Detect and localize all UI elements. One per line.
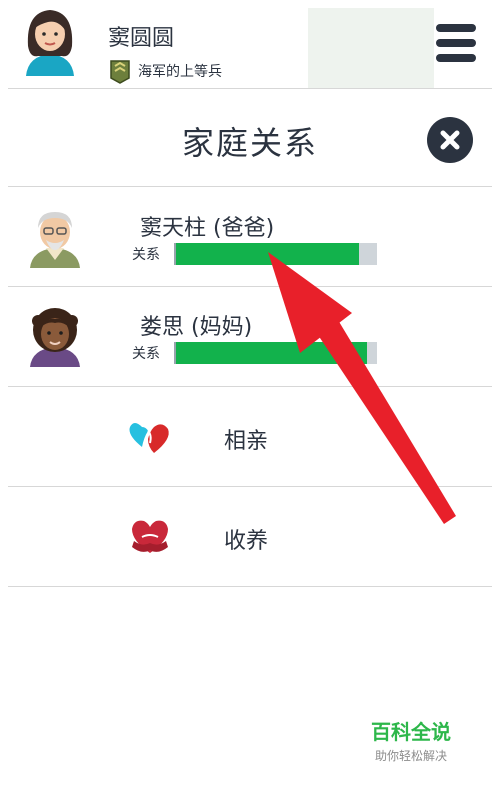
divider <box>8 186 492 187</box>
watermark-subtitle: 助你轻松解决 <box>374 749 447 763</box>
page-title: 家庭关系 <box>181 124 318 162</box>
divider <box>8 88 492 89</box>
relation-label: 关系 <box>132 247 160 263</box>
adoption-heart-hands-icon <box>132 520 168 553</box>
menu-bar <box>436 39 476 47</box>
dating-hearts-icon <box>129 423 169 453</box>
relative-name: 窦天柱 (爸爸) <box>140 216 275 241</box>
character-name: 窦圆圆 <box>108 26 175 51</box>
close-button[interactable] <box>427 117 473 163</box>
adoption-button[interactable]: 收养 <box>0 487 500 585</box>
relation-progress-bar <box>174 342 377 364</box>
hamburger-menu-icon[interactable] <box>436 24 476 62</box>
relation-label: 关系 <box>132 346 160 362</box>
dating-button[interactable]: 相亲 <box>0 387 500 485</box>
relation-progress-fill <box>176 342 367 364</box>
rank-text: 海军的上等兵 <box>138 64 222 80</box>
character-header: 窦圆圆 海军的上等兵 <box>0 0 500 88</box>
old-man-avatar-icon <box>30 212 80 268</box>
menu-bar <box>436 54 476 62</box>
relative-row[interactable]: 娄思 (妈妈) 关系 <box>0 287 500 385</box>
woman-curly-hair-avatar-icon <box>30 308 80 367</box>
rank-row: 海军的上等兵 <box>108 58 222 84</box>
watermark-title: 百科全说 <box>371 720 451 744</box>
relation-progress-fill <box>176 243 359 265</box>
relation-progress-bar <box>174 243 377 265</box>
relative-name: 娄思 (妈妈) <box>140 315 253 340</box>
watermark: 百科全说 助你轻松解决 <box>365 716 457 764</box>
woman-avatar-icon[interactable] <box>18 6 82 80</box>
relative-row[interactable]: 窦天柱 (爸爸) 关系 <box>0 188 500 286</box>
close-icon <box>440 130 460 150</box>
adoption-label: 收养 <box>224 529 269 554</box>
dating-label: 相亲 <box>224 429 269 454</box>
divider <box>8 586 492 587</box>
menu-bar <box>436 24 476 32</box>
military-rank-icon <box>110 60 130 84</box>
blurred-region <box>308 8 434 88</box>
